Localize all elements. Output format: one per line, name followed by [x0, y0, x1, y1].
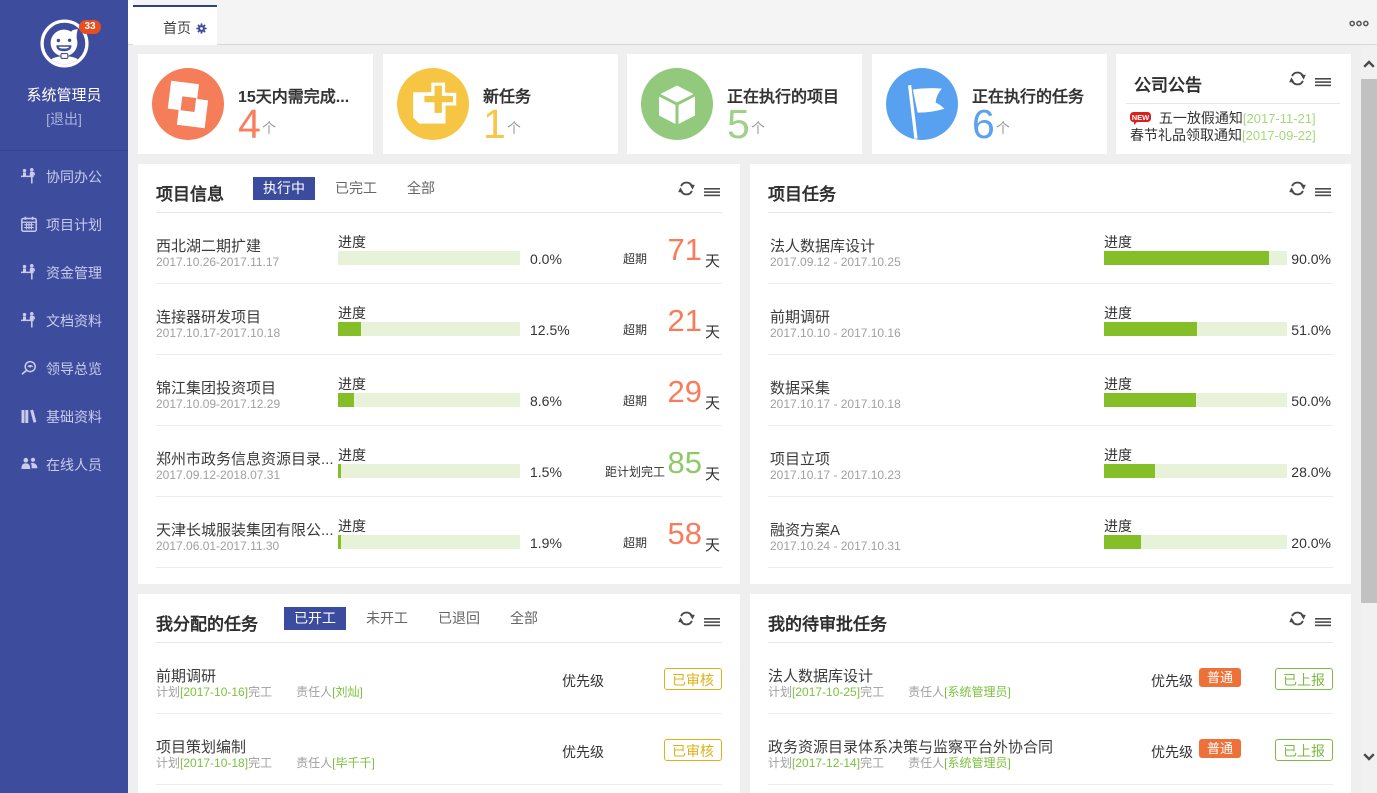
- svg-text:NEW: NEW: [1132, 113, 1150, 122]
